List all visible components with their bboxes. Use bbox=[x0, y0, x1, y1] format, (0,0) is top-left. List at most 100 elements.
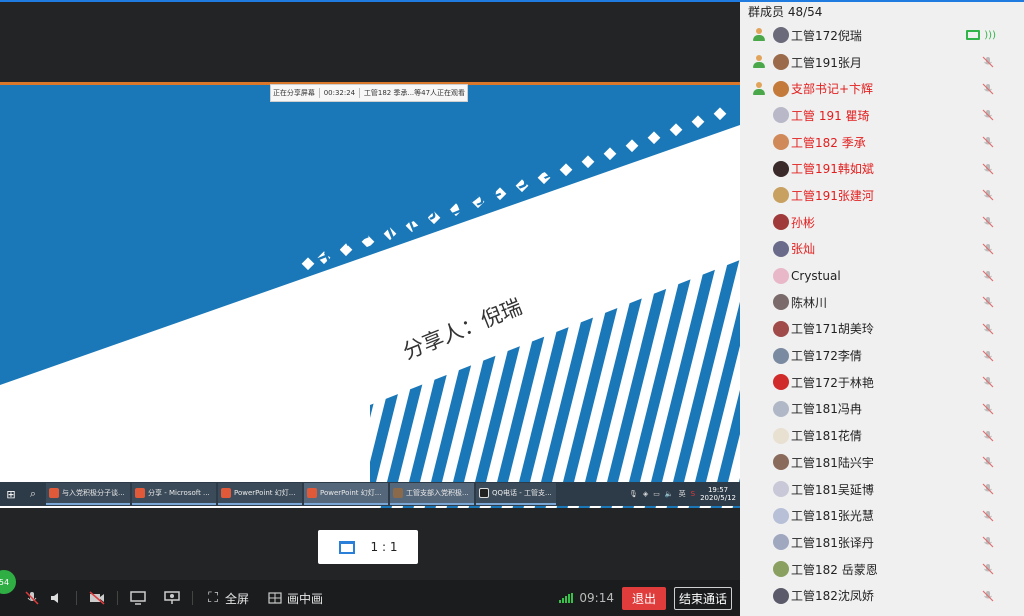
taskbar-item-label: 分享 - Microsoft ... bbox=[148, 489, 210, 497]
qq-penguin-icon bbox=[479, 488, 489, 498]
member-row[interactable]: 工管182 季承 bbox=[740, 129, 1024, 156]
member-row[interactable]: 工管181冯冉 bbox=[740, 396, 1024, 423]
avatar bbox=[773, 107, 789, 124]
screen-share-icon[interactable] bbox=[126, 586, 150, 610]
mic-muted-icon[interactable] bbox=[20, 586, 44, 610]
fullscreen-label[interactable]: 全屏 bbox=[225, 590, 249, 607]
avatar bbox=[773, 134, 789, 151]
member-name: 孙彬 bbox=[791, 215, 816, 230]
divider bbox=[76, 591, 77, 605]
mic-muted-icon bbox=[982, 350, 994, 362]
qq-group-icon bbox=[393, 488, 403, 498]
exit-button[interactable]: 退出 bbox=[621, 586, 666, 610]
avatar bbox=[773, 561, 789, 578]
member-row[interactable]: 支部书记+卞辉 bbox=[740, 75, 1024, 102]
member-row[interactable]: 工管191张月 bbox=[740, 49, 1024, 76]
fullscreen-icon[interactable]: ⛶ bbox=[201, 586, 225, 610]
member-role-icon bbox=[752, 28, 766, 42]
avatar bbox=[773, 80, 789, 97]
shared-taskbar: ⊞ ⌕ 与入党积极分子谈... 分享 - Microsoft ... Power… bbox=[0, 482, 740, 506]
powerpoint-icon bbox=[307, 488, 317, 498]
taskbar-item-label: 工管支部入党积极... bbox=[406, 489, 469, 497]
member-name: 工管181花倩 bbox=[791, 429, 862, 444]
qq-call-window: 学生干部经验分享 分享人：倪瑞 正在分享屏幕 00:32:24 工管182 季承… bbox=[0, 0, 1024, 616]
member-row[interactable]: 工管182 岳蒙恩 bbox=[740, 556, 1024, 583]
pip-label[interactable]: 画中画 bbox=[287, 590, 323, 607]
group-members-panel: 群成员 48/54 工管172倪瑞))) 工管191张月 支部书记+卞辉 工管 191… bbox=[740, 2, 1024, 616]
member-row[interactable]: 孙彬 bbox=[740, 209, 1024, 236]
member-row[interactable]: 工管181张译丹 bbox=[740, 529, 1024, 556]
member-name: 工管181张光慧 bbox=[791, 509, 874, 524]
divider bbox=[192, 591, 193, 605]
end-call-button[interactable]: 结束通话 bbox=[673, 586, 732, 610]
powerpoint-icon bbox=[135, 488, 145, 498]
taskbar-item-label: PowerPoint 幻灯... bbox=[234, 489, 296, 497]
mic-muted-icon bbox=[982, 243, 994, 255]
ratio-button[interactable]: 1 : 1 bbox=[318, 530, 418, 564]
camera-off-icon[interactable] bbox=[85, 586, 109, 610]
divider bbox=[318, 88, 320, 98]
shield-tray-icon: ◈ bbox=[642, 490, 649, 498]
member-name: 工管172倪瑞 bbox=[791, 28, 862, 43]
avatar bbox=[773, 320, 789, 337]
share-status: 正在分享屏幕 bbox=[272, 89, 315, 97]
mic-muted-icon bbox=[982, 296, 994, 308]
member-row[interactable]: 陈林川 bbox=[740, 289, 1024, 316]
avatar bbox=[773, 54, 789, 71]
speaker-icon[interactable] bbox=[44, 586, 68, 610]
mic-muted-icon bbox=[982, 190, 994, 201]
member-row[interactable]: 工管191张建河 bbox=[740, 182, 1024, 209]
taskbar-item-label: 与入党积极分子谈... bbox=[62, 489, 125, 497]
avatar bbox=[773, 454, 789, 471]
mic-muted-icon bbox=[982, 376, 994, 388]
taskbar-item: PowerPoint 幻灯... bbox=[218, 483, 302, 505]
member-row[interactable]: 工管191韩如斌 bbox=[740, 155, 1024, 182]
taskbar-item: 与入党积极分子谈... bbox=[46, 483, 130, 505]
member-row[interactable]: 工管181张光慧 bbox=[740, 502, 1024, 529]
picture-in-picture-icon[interactable] bbox=[263, 586, 287, 610]
ratio-label: 1 : 1 bbox=[370, 540, 398, 554]
video-area: 学生干部经验分享 分享人：倪瑞 正在分享屏幕 00:32:24 工管182 季承… bbox=[0, 2, 740, 580]
mic-muted-icon bbox=[982, 456, 994, 468]
member-name: 工管172于林艳 bbox=[791, 375, 874, 390]
divider bbox=[117, 591, 118, 605]
member-name: 工管191张建河 bbox=[791, 188, 874, 203]
avatar bbox=[773, 27, 789, 44]
member-row[interactable]: 工管172于林艳 bbox=[740, 369, 1024, 396]
mic-muted-icon bbox=[982, 163, 994, 175]
presenter-icon[interactable] bbox=[160, 586, 184, 610]
member-row[interactable]: 工管181花倩 bbox=[740, 422, 1024, 449]
taskbar-item: PowerPoint 幻灯... bbox=[304, 483, 388, 505]
member-row[interactable]: Crystual bbox=[740, 262, 1024, 289]
member-row[interactable]: 工管181吴延博 bbox=[740, 476, 1024, 503]
speaking-icon: ))) bbox=[984, 29, 996, 41]
member-row[interactable]: 张灿 bbox=[740, 236, 1024, 263]
mic-muted-icon bbox=[982, 136, 994, 148]
mic-muted-icon bbox=[982, 430, 994, 442]
avatar bbox=[773, 427, 789, 444]
member-row[interactable]: 工管181陆兴宇 bbox=[740, 449, 1024, 476]
member-name: 工管191张月 bbox=[791, 55, 862, 70]
member-name: 工管172李倩 bbox=[791, 349, 862, 364]
share-viewers: 工管182 季承...等47人正在观看 bbox=[363, 89, 466, 97]
member-row[interactable]: 工管 191 瞿琦 bbox=[740, 102, 1024, 129]
avatar bbox=[773, 374, 789, 391]
member-row[interactable]: 工管172倪瑞))) bbox=[740, 22, 1024, 49]
window-icon bbox=[338, 540, 355, 554]
member-name: 工管181吴延博 bbox=[791, 482, 874, 497]
member-row[interactable]: 工管172李倩 bbox=[740, 342, 1024, 369]
powerpoint-icon bbox=[49, 488, 59, 498]
avatar bbox=[773, 240, 789, 257]
signal-strength-icon bbox=[559, 593, 574, 603]
shared-screen bbox=[0, 82, 740, 508]
avatar bbox=[773, 587, 789, 604]
member-name: Crystual bbox=[791, 268, 841, 283]
avatar bbox=[773, 214, 789, 231]
mic-muted-icon bbox=[982, 270, 994, 281]
member-row[interactable]: 工管182沈凤娇 bbox=[740, 582, 1024, 609]
mic-muted-icon bbox=[982, 510, 994, 522]
mic-muted-icon bbox=[982, 590, 994, 602]
mic-muted-icon bbox=[982, 216, 994, 228]
member-row[interactable]: 工管171胡美玲 bbox=[740, 316, 1024, 343]
tray-clock: 19:57 2020/5/12 bbox=[700, 486, 736, 502]
